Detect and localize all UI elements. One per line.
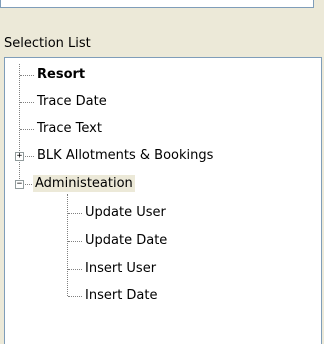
tree-item-insert-user[interactable]: Insert User: [83, 258, 158, 280]
tree-item-resort[interactable]: Resort: [35, 64, 87, 86]
tree-item-label: BLK Allotments & Bookings: [37, 148, 214, 163]
tree-item-trace-text[interactable]: Trace Text: [35, 118, 104, 140]
tree-item-update-user[interactable]: Update User: [83, 202, 168, 224]
tree-item-update-date[interactable]: Update Date: [83, 230, 169, 252]
upper-panel-edge: [0, 0, 314, 8]
tree-connector-children: [67, 194, 68, 296]
tree-connector: [68, 241, 82, 242]
tree-connector: [20, 102, 34, 103]
tree-item-label: Update User: [85, 205, 166, 220]
tree-item-trace-date[interactable]: Trace Date: [35, 91, 109, 113]
tree-connector: [68, 213, 82, 214]
tree-connector: [68, 296, 82, 297]
collapse-minus-icon[interactable]: −: [15, 180, 24, 189]
selection-list-label: Selection List: [4, 36, 91, 51]
tree-item-label: Insert User: [85, 261, 157, 276]
tree-item-administeation[interactable]: Administeation: [33, 173, 135, 195]
tree-item-label: Trace Date: [37, 94, 107, 109]
tree-item-label: Insert Date: [85, 288, 158, 303]
tree-item-label: Trace Text: [37, 121, 102, 136]
tree-item-insert-date[interactable]: Insert Date: [83, 285, 160, 307]
tree-connector: [20, 75, 34, 76]
tree-item-blk-allotments[interactable]: BLK Allotments & Bookings: [35, 145, 215, 167]
tree-connector: [20, 129, 34, 130]
selection-tree[interactable]: Resort Trace Date Trace Text + BLK Allot…: [4, 57, 322, 344]
tree-connector-root: [19, 64, 20, 189]
tree-item-label: Administeation: [33, 175, 135, 192]
tree-item-label: Resort: [37, 67, 86, 82]
tree-item-label: Update Date: [85, 233, 168, 248]
tree-connector: [68, 269, 82, 270]
expand-plus-icon[interactable]: +: [15, 152, 24, 161]
